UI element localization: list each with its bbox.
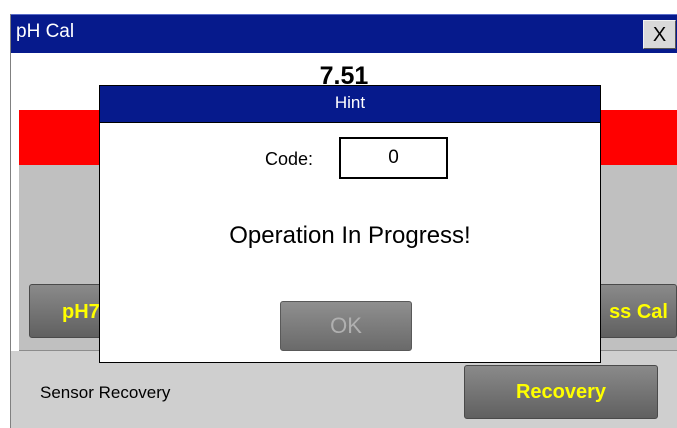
window-title: pH Cal (16, 21, 75, 42)
hint-dialog: Hint Code: 0 Operation In Progress! OK (99, 85, 601, 363)
recovery-button[interactable]: Recovery (464, 365, 658, 419)
ok-button[interactable]: OK (280, 301, 412, 351)
sensor-recovery-label: Sensor Recovery (40, 383, 171, 402)
code-field[interactable]: 0 (339, 137, 448, 179)
dialog-title: Hint (100, 86, 600, 123)
close-button[interactable]: X (643, 20, 676, 49)
code-label: Code: (265, 149, 314, 169)
progress-message: Operation In Progress! (229, 222, 471, 249)
title-bar: pH Cal X (11, 14, 677, 53)
